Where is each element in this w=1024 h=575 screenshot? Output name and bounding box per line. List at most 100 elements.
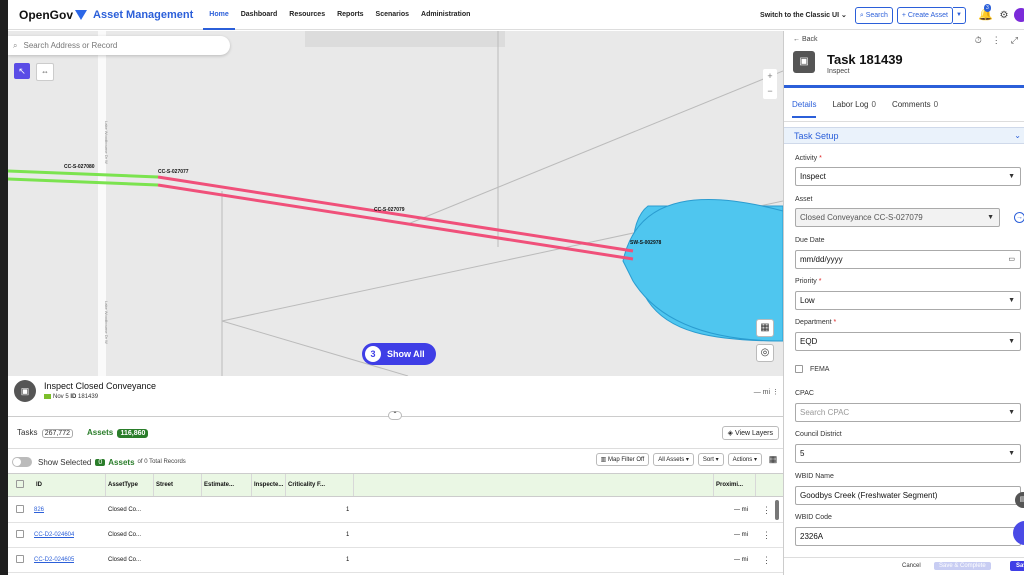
avatar[interactable] [1014,8,1024,22]
tab-comments[interactable]: Comments 0 [892,100,938,118]
cpac-placeholder: Search CPAC [800,408,850,417]
council-district-label: Council District [795,431,842,438]
column-header[interactable]: Inspecte... [252,474,286,496]
nav-resources[interactable]: Resources [283,0,331,30]
actions-dropdown[interactable]: Actions ▾ [727,453,762,466]
go-to-asset-icon[interactable]: → [1014,212,1024,223]
search-button[interactable]: ⌕ Search [854,6,893,24]
pipe-green[interactable] [8,177,159,187]
cpac-select[interactable]: Search CPAC ▼ [795,403,1021,422]
priority-select[interactable]: Low ▼ [795,291,1021,310]
map-search-input[interactable]: ⌕ Search Address or Record [8,36,230,55]
clipboard-icon[interactable]: ▤ [1015,492,1024,508]
more-icon[interactable]: ⋮ [992,35,1001,46]
column-header[interactable]: Proximi... [714,474,756,496]
view-layers-label: View Layers [734,430,773,437]
pipe-green[interactable] [8,169,159,179]
map-filter-label: Map Filter Off [607,457,645,463]
asset-label: Asset [795,196,813,203]
tab-assets[interactable]: Assets 116,860 [87,428,149,438]
all-assets-dropdown[interactable]: All Assets ▾ [653,453,694,466]
sort-dropdown[interactable]: Sort ▾ [697,453,724,466]
table-row[interactable]: CC-D2-024605 Closed Co... 1 — mi ⋮ [8,548,783,573]
image-icon: ▣ [14,380,36,402]
row-more-icon[interactable]: ⋮ [762,498,771,522]
create-asset-dropdown[interactable]: ▼ [953,6,966,24]
asset-id-link[interactable]: CC-D2-024604 [34,523,74,547]
asset-id-link[interactable]: 826 [34,498,44,522]
tab-labor-log[interactable]: Labor Log 0 [832,100,875,118]
row-more-icon[interactable]: ⋮ [762,548,771,572]
basemap-icon[interactable]: ▦ [756,319,774,337]
measure-tool-icon[interactable]: ⇔ [36,63,54,81]
back-button[interactable]: ← Back [793,36,818,43]
column-header[interactable]: AssetType [106,474,154,496]
grid-view-icon[interactable]: ▦ [766,454,780,465]
department-label-text: Department [795,319,832,326]
criticality: 1 [346,532,350,538]
create-asset-button[interactable]: + Create Asset [896,6,953,24]
nav-reports[interactable]: Reports [331,0,369,30]
nav-scenarios[interactable]: Scenarios [370,0,415,30]
nav-dashboard[interactable]: Dashboard [235,0,284,30]
collapse-chevron-icon[interactable]: ⌃ [388,411,402,420]
column-header[interactable]: Street [154,474,202,496]
department-select[interactable]: EQD ▼ [795,332,1021,351]
map-filter-button[interactable]: ▥ Map Filter Off [595,453,650,466]
table-row[interactable]: CC-D2-024604 Closed Co... 1 — mi ⋮ [8,523,783,548]
council-district-select[interactable]: 5 ▼ [795,444,1021,463]
row-checkbox[interactable] [16,523,24,547]
due-date-input[interactable]: mm/dd/yyyy ▭ [795,250,1021,269]
divider [784,121,1024,122]
priority-label: Priority * [795,278,822,285]
proximity: — mi [734,557,748,563]
zoom-out-button[interactable]: − [763,84,777,99]
asset-select[interactable]: Closed Conveyance CC-S-027079 ▼ [795,208,1000,227]
notification-bell-icon[interactable]: 🔔 3 [978,4,994,23]
select-all-checkbox[interactable] [16,474,34,496]
table-row[interactable]: 826 Closed Co... 1 — mi ⋮ [8,498,783,523]
nav-administration[interactable]: Administration [415,0,476,30]
asset-label: CC-S-027077 [158,169,189,175]
map-view[interactable]: Lake Woodbourne Dr W Lake Woodbourne Dr … [8,31,783,376]
switch-classic-ui[interactable]: Switch to the Classic UI ⌄ [760,11,847,19]
pipe-pink[interactable] [157,175,634,253]
column-header[interactable]: ID [34,474,106,496]
row-checkbox[interactable] [16,498,24,522]
activity-select[interactable]: Inspect ▼ [795,167,1021,186]
row-checkbox[interactable] [16,548,24,572]
column-header[interactable]: Criticality F... [286,474,354,496]
calendar-icon[interactable]: ▭ [1008,251,1015,268]
brand-logo[interactable]: OpenGov [19,8,93,22]
column-header[interactable]: Estimate... [202,474,252,496]
timer-icon[interactable]: ⏱ [975,35,982,46]
gear-icon[interactable]: ⚙ [998,10,1010,21]
row-more-icon[interactable]: ⋮ [762,523,771,547]
back-label: Back [801,36,818,43]
table-scrollbar[interactable] [775,500,779,520]
tab-details[interactable]: Details [792,100,817,118]
view-layers-button[interactable]: ◈ View Layers [721,426,779,440]
more-icon[interactable]: ⋮ [772,389,779,396]
show-all-button[interactable]: 3 Show All [362,343,436,365]
wbid-code-input[interactable]: 2326A [795,527,1021,546]
asset-label: CC-S-027079 [374,207,405,213]
show-selected-toggle[interactable] [12,457,32,467]
asset-id-link[interactable]: CC-D2-024605 [34,548,74,572]
fema-checkbox[interactable]: FEMA [795,365,829,373]
task-setup-section[interactable]: Task Setup ⌄ [784,127,1024,144]
locate-icon[interactable]: ◎ [756,344,774,362]
cancel-button[interactable]: Cancel [902,563,921,569]
save-button[interactable]: Save [1010,561,1024,571]
nav-home[interactable]: Home [203,0,235,30]
select-tool-icon[interactable]: ↖ [14,63,30,79]
flag-icon [44,394,51,400]
zoom-in-button[interactable]: + [763,69,777,84]
expand-icon[interactable]: ⤢ [1011,35,1018,46]
pipe-pink[interactable] [157,183,634,261]
save-complete-button[interactable]: Save & Complete [934,562,991,570]
app-name: Asset Management [93,8,194,21]
tab-tasks[interactable]: Tasks 267,772 [17,428,73,438]
wbid-name-input[interactable]: Goodbys Creek (Freshwater Segment) [795,486,1021,505]
street-label: Lake Woodbourne Dr W [104,301,109,344]
